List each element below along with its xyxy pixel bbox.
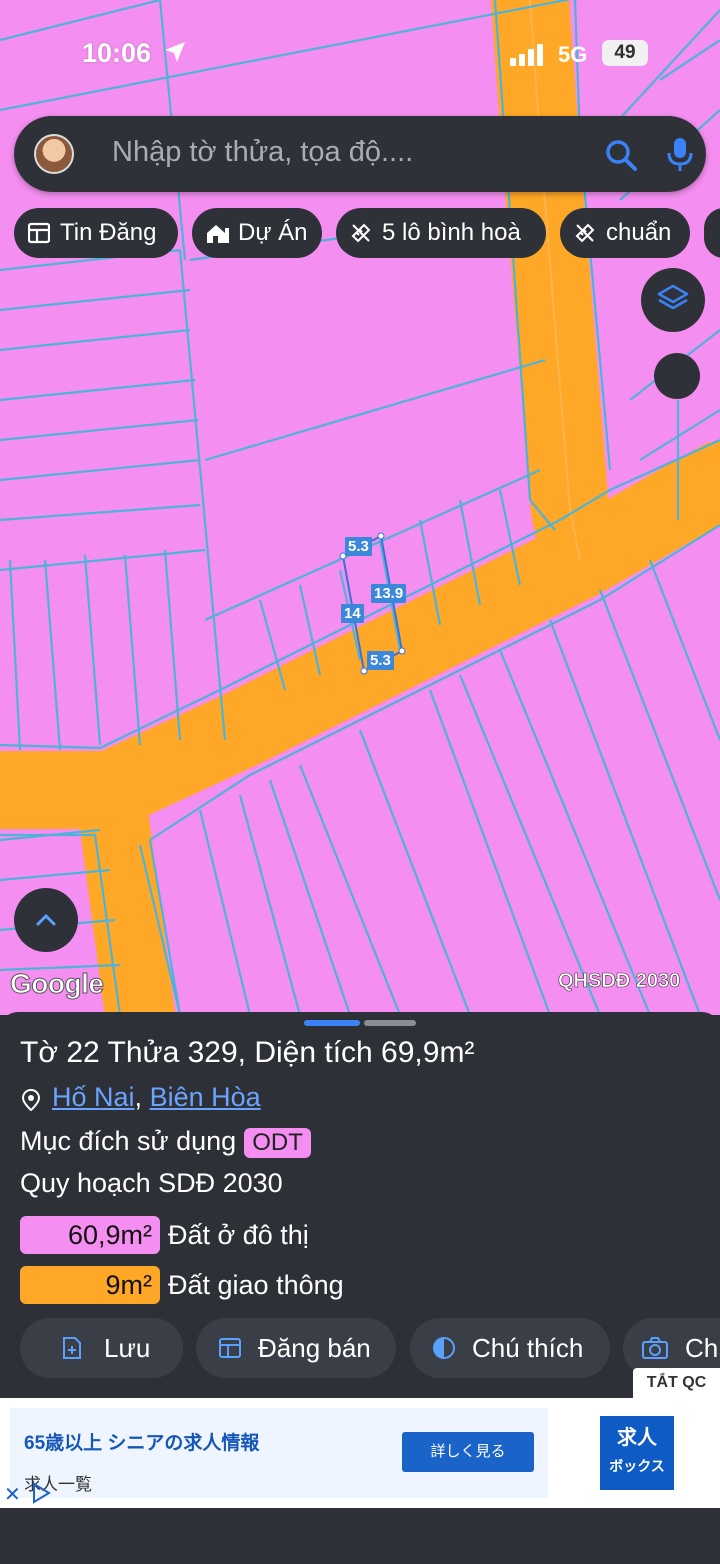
area-label: Đất giao thông bbox=[168, 1270, 344, 1300]
sheet-handle[interactable] bbox=[304, 1020, 360, 1026]
map-layer-label: QHSDĐ 2030 bbox=[558, 970, 681, 993]
ad-logo[interactable]: 求人 ボックス bbox=[600, 1416, 674, 1490]
save-icon bbox=[63, 1337, 81, 1359]
chip-label: 5 lô bình hoà bbox=[382, 219, 521, 246]
ad-headline[interactable]: 65歳以上 シニアの求人情報 bbox=[24, 1428, 259, 1455]
avatar[interactable] bbox=[34, 134, 74, 174]
home-indicator-area bbox=[0, 1508, 720, 1564]
signal-icon bbox=[510, 44, 543, 66]
area-label: Đất ở đô thị bbox=[168, 1220, 309, 1250]
chip-du-an[interactable]: Dự Án bbox=[192, 208, 322, 258]
dimension-bottom-label: 5.3 bbox=[367, 651, 394, 670]
location-pin-icon bbox=[22, 1089, 40, 1111]
save-button[interactable]: Lưu bbox=[20, 1318, 183, 1378]
city-link[interactable]: Biên Hòa bbox=[150, 1082, 261, 1112]
ward-link[interactable]: Hố Nai bbox=[52, 1082, 135, 1112]
google-logo: Google bbox=[9, 968, 104, 1000]
search-bar[interactable]: Nhập tờ thửa, tọa độ.... bbox=[14, 116, 706, 192]
camera-label: Ch bbox=[685, 1333, 719, 1363]
chevron-up-icon bbox=[36, 913, 56, 926]
legend-label: Chú thích bbox=[472, 1333, 584, 1363]
legend-button[interactable]: Chú thích bbox=[410, 1318, 610, 1378]
status-time: 10:06 bbox=[82, 38, 152, 68]
action-buttons: Lưu Đăng bán Chú thích Ch bbox=[0, 1318, 720, 1378]
microphone-icon[interactable] bbox=[666, 136, 694, 174]
chip-label: Dự Án bbox=[238, 219, 308, 246]
expand-up-button[interactable] bbox=[14, 888, 78, 952]
land-use-purpose: Mục đích sử dụng ODT bbox=[20, 1126, 311, 1158]
area-value: 60,9m² bbox=[20, 1216, 160, 1254]
battery-indicator: 49 bbox=[602, 40, 648, 66]
parcel-info-sheet[interactable]: Tờ 22 Thửa 329, Diện tích 69,9m² Hố Nai,… bbox=[0, 1012, 720, 1398]
listing-icon bbox=[28, 222, 50, 244]
post-sale-button[interactable]: Đăng bán bbox=[196, 1318, 396, 1378]
search-input[interactable]: Nhập tờ thửa, tọa độ.... bbox=[112, 136, 413, 169]
map-view[interactable]: 5.3 13.9 14 5.3 10:06 5G 49 Nhập tờ thửa… bbox=[0, 0, 720, 1015]
purpose-code-badge: ODT bbox=[244, 1128, 311, 1158]
ad-content[interactable]: 65歳以上 シニアの求人情報 求人一覧 詳しく見る bbox=[10, 1408, 548, 1498]
location-arrow-icon bbox=[165, 42, 185, 62]
hide-ads-button[interactable]: TẮT QC bbox=[633, 1368, 720, 1398]
ad-logo-line2: ボックス bbox=[609, 1458, 665, 1474]
layers-button[interactable] bbox=[641, 268, 705, 332]
ruler-icon bbox=[575, 223, 595, 243]
post-sale-label: Đăng bán bbox=[258, 1333, 371, 1363]
camera-icon bbox=[642, 1337, 668, 1359]
chip-5-lo-binh-hoa[interactable]: 5 lô bình hoà bbox=[336, 208, 546, 258]
ad-close-icon[interactable]: ✕ bbox=[4, 1482, 21, 1507]
parcel-title: Tờ 22 Thửa 329, Diện tích 69,9m² bbox=[20, 1036, 475, 1069]
dimension-top-label: 5.3 bbox=[345, 537, 372, 556]
adchoices-icon[interactable] bbox=[30, 1482, 52, 1504]
ad-logo-line1: 求人 bbox=[617, 1427, 657, 1449]
status-bar: 10:06 5G 49 bbox=[0, 30, 720, 74]
sheet-handle-secondary[interactable] bbox=[364, 1020, 416, 1026]
area-value: 9m² bbox=[20, 1266, 160, 1304]
chip-chuan[interactable]: chuẩn bbox=[560, 208, 690, 258]
layers-icon bbox=[657, 284, 689, 310]
location-separator: , bbox=[134, 1082, 143, 1112]
post-icon bbox=[219, 1338, 241, 1358]
chip-tin-dang[interactable]: Tin Đăng bbox=[14, 208, 178, 258]
search-icon[interactable] bbox=[604, 138, 638, 172]
dimension-left-label: 14 bbox=[341, 604, 364, 623]
dimension-right-label: 13.9 bbox=[371, 584, 407, 603]
chip-label: Tin Đăng bbox=[60, 219, 157, 246]
project-icon bbox=[207, 225, 229, 243]
chip-label: chuẩn bbox=[606, 219, 672, 246]
plan-label: Quy hoạch SDĐ 2030 bbox=[20, 1168, 283, 1198]
ruler-icon bbox=[351, 223, 371, 243]
save-label: Lưu bbox=[104, 1333, 151, 1363]
ad-cta-button[interactable]: 詳しく見る bbox=[402, 1432, 534, 1472]
parcel-location: Hố Nai, Biên Hòa bbox=[20, 1082, 261, 1113]
ad-banner[interactable]: 65歳以上 シニアの求人情報 求人一覧 詳しく見る 求人 ボックス ✕ bbox=[0, 1398, 720, 1508]
purpose-label: Mục đích sử dụng bbox=[20, 1126, 237, 1156]
network-type: 5G bbox=[558, 42, 588, 67]
contrast-icon bbox=[433, 1337, 455, 1359]
location-dot-button[interactable] bbox=[654, 353, 700, 399]
